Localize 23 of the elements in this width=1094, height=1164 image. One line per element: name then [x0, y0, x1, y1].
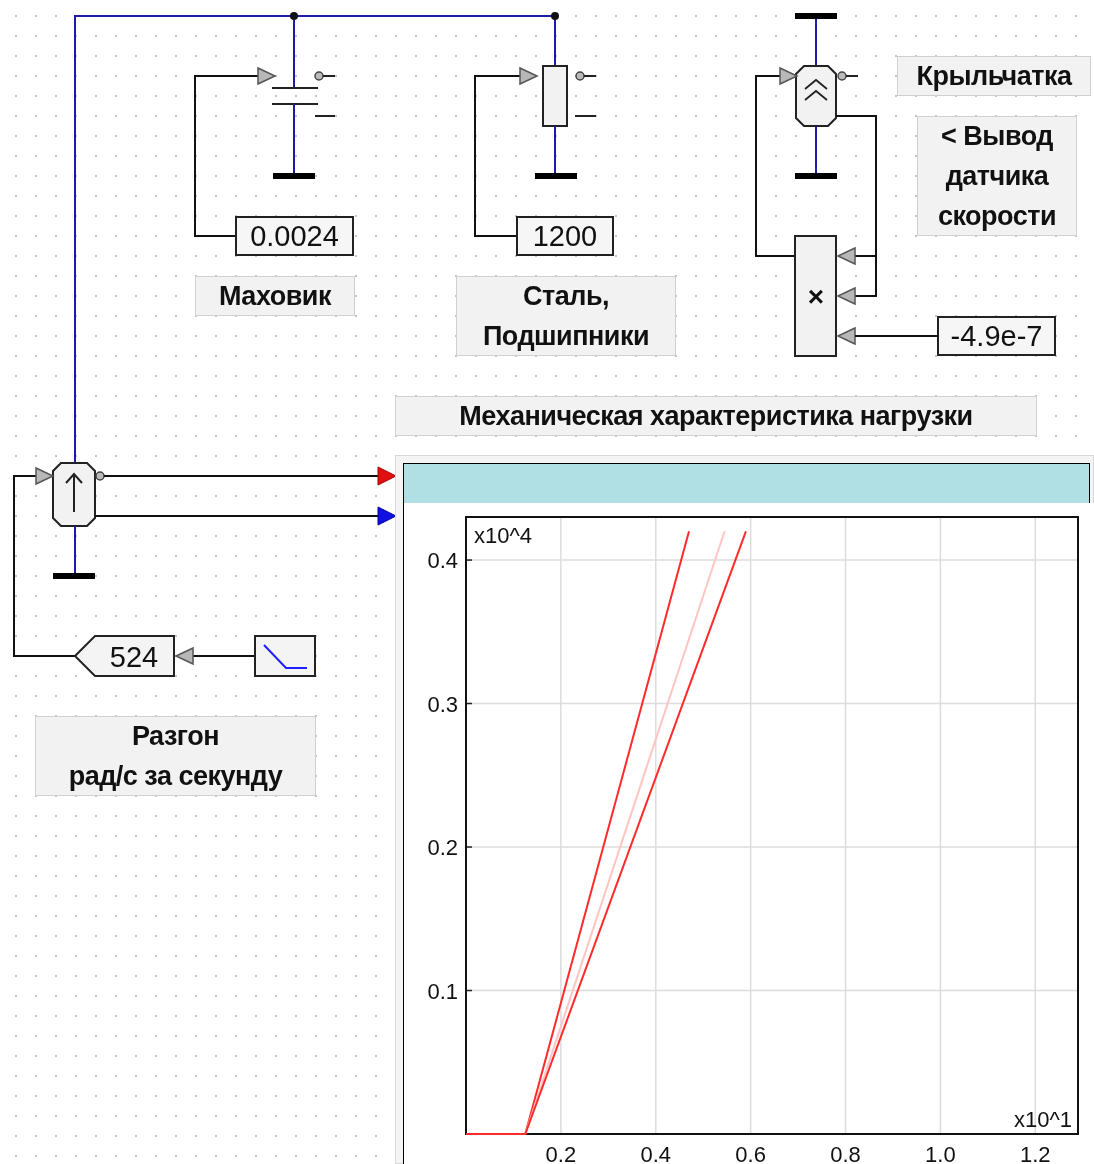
comment-label: Маховик [195, 276, 355, 316]
tick-label: 1.0 [925, 1142, 956, 1164]
constant-value: 1200 [516, 216, 614, 256]
axis-scale-label: x10^1 [1013, 1107, 1072, 1132]
tick-label: 0.4 [427, 548, 458, 574]
tick-label: 0.8 [830, 1142, 861, 1164]
tick-label: 1.2 [1020, 1142, 1051, 1164]
constant-value: 0.0024 [235, 216, 354, 256]
gain-value: 524 [109, 641, 159, 673]
constant-value: -4.9e-7 [937, 316, 1056, 356]
comment-label: Механическая характеристика нагрузки [395, 396, 1037, 436]
comment-label: Разгон рад/с за секунду [35, 716, 316, 796]
multiply-sign: × [807, 281, 825, 312]
comment-label: Крыльчатка [897, 56, 1091, 96]
tick-label: 0.3 [427, 691, 458, 717]
tick-label: 0.1 [427, 978, 458, 1004]
tick-label: 0.2 [545, 1142, 577, 1164]
tick-label: 0.6 [735, 1142, 766, 1164]
comment-label: < Вывод датчика скорости [917, 116, 1077, 236]
tick-label: 0.2 [427, 835, 458, 860]
axis-scale-label: x10^4 [474, 523, 533, 548]
tick-label: 0.4 [640, 1142, 672, 1164]
comment-label: Сталь, Подшипники [456, 276, 676, 356]
